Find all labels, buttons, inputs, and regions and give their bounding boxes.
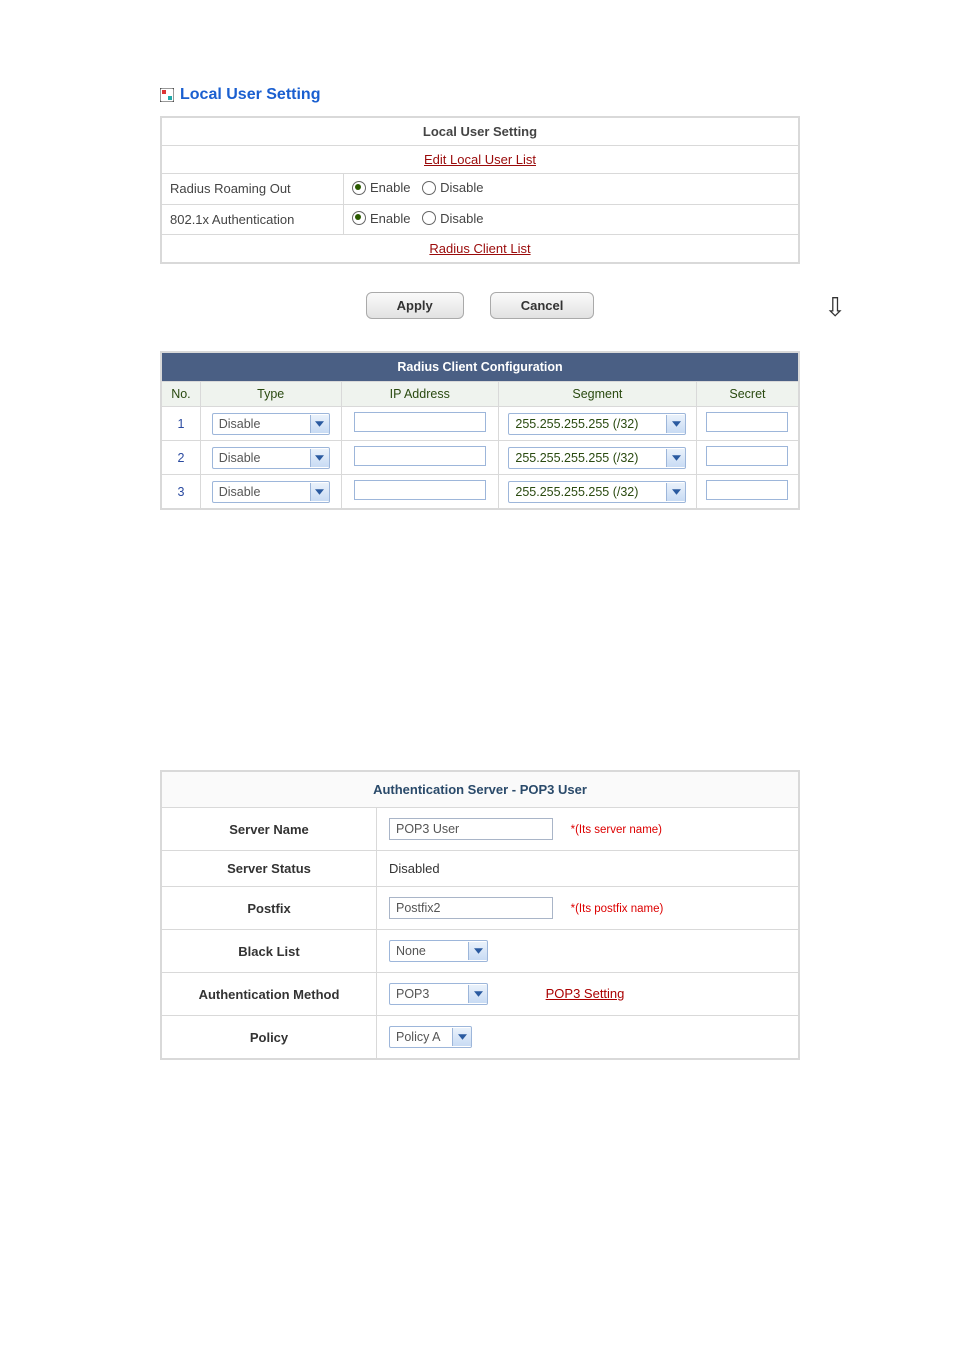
secret-input[interactable] — [706, 412, 788, 432]
server-name-input[interactable]: POP3 User — [389, 818, 553, 840]
col-type: Type — [200, 382, 341, 407]
chevron-down-icon — [666, 483, 685, 501]
cancel-button[interactable]: Cancel — [490, 292, 595, 319]
radius-roaming-out-enable-radio[interactable] — [352, 181, 366, 195]
black-list-value: None — [390, 942, 468, 960]
grid-title: Radius Client Configuration — [161, 352, 799, 382]
type-select[interactable]: Disable — [212, 447, 330, 469]
section-icon — [160, 88, 174, 102]
segment-select[interactable]: 255.255.255.255 (/32) — [508, 481, 686, 503]
server-status-value: Disabled — [377, 851, 800, 887]
col-ip: IP Address — [341, 382, 498, 407]
edit-local-user-list-link[interactable]: Edit Local User List — [424, 152, 536, 167]
secret-input[interactable] — [706, 480, 788, 500]
ip-address-input[interactable] — [354, 480, 486, 500]
secret-input[interactable] — [706, 446, 788, 466]
table-row: 2 Disable 255.255.255.255 (/32) — [161, 441, 799, 475]
ip-address-input[interactable] — [354, 446, 486, 466]
chevron-down-icon — [310, 483, 329, 501]
auth-method-label: Authentication Method — [161, 973, 377, 1016]
radius-client-list-link[interactable]: Radius Client List — [429, 241, 530, 256]
dot1x-auth-label: 802.1x Authentication — [161, 204, 344, 235]
row-no: 2 — [161, 441, 200, 475]
ip-address-input[interactable] — [354, 412, 486, 432]
local-user-setting-panel: Local User Setting Edit Local User List … — [160, 116, 800, 264]
postfix-hint: *(Its postfix name) — [571, 903, 664, 915]
segment-value: 255.255.255.255 (/32) — [509, 483, 666, 501]
radius-client-config-table: Radius Client Configuration No. Type IP … — [160, 351, 800, 510]
type-select[interactable]: Disable — [212, 481, 330, 503]
segment-value: 255.255.255.255 (/32) — [509, 449, 666, 467]
radius-roaming-out-disable-label: Disable — [440, 180, 483, 195]
chevron-down-icon — [452, 1028, 471, 1046]
local-user-setting-section: Local User Setting Local User Setting Ed… — [160, 86, 800, 510]
type-value: Disable — [213, 449, 310, 467]
dot1x-enable-label: Enable — [370, 211, 410, 226]
type-select[interactable]: Disable — [212, 413, 330, 435]
auth-method-select[interactable]: POP3 — [389, 983, 488, 1005]
segment-select[interactable]: 255.255.255.255 (/32) — [508, 447, 686, 469]
page-title-row: Local User Setting — [160, 86, 800, 104]
policy-select[interactable]: Policy A — [389, 1026, 472, 1048]
auth-server-form: Authentication Server - POP3 User Server… — [160, 770, 800, 1060]
button-row: Apply Cancel ⇩ — [160, 292, 800, 319]
col-no: No. — [161, 382, 200, 407]
row-no: 1 — [161, 407, 200, 441]
chevron-down-icon — [468, 942, 487, 960]
chevron-down-icon — [310, 449, 329, 467]
dot1x-enable-radio[interactable] — [352, 211, 366, 225]
down-arrow-icon: ⇩ — [824, 292, 846, 323]
row-no: 3 — [161, 475, 200, 510]
apply-button[interactable]: Apply — [366, 292, 464, 319]
panel-header: Local User Setting — [161, 117, 799, 146]
dot1x-auth-options: Enable Disable — [344, 204, 800, 235]
table-row: 1 Disable 255.255.255.255 (/32) — [161, 407, 799, 441]
pop3-setting-link[interactable]: POP3 Setting — [546, 986, 625, 1001]
policy-value: Policy A — [390, 1028, 452, 1046]
server-name-hint: *(Its server name) — [571, 824, 662, 836]
black-list-select[interactable]: None — [389, 940, 488, 962]
chevron-down-icon — [310, 415, 329, 433]
black-list-label: Black List — [161, 930, 377, 973]
chevron-down-icon — [666, 415, 685, 433]
server-status-label: Server Status — [161, 851, 377, 887]
table-row: 3 Disable 255.255.255.255 (/32) — [161, 475, 799, 510]
dot1x-disable-radio[interactable] — [422, 211, 436, 225]
auth-method-value: POP3 — [390, 985, 468, 1003]
policy-label: Policy — [161, 1016, 377, 1060]
chevron-down-icon — [666, 449, 685, 467]
server-name-label: Server Name — [161, 808, 377, 851]
postfix-input[interactable]: Postfix2 — [389, 897, 553, 919]
form-header: Authentication Server - POP3 User — [161, 771, 799, 808]
segment-value: 255.255.255.255 (/32) — [509, 415, 666, 433]
col-secret: Secret — [696, 382, 799, 407]
segment-select[interactable]: 255.255.255.255 (/32) — [508, 413, 686, 435]
radius-roaming-out-label: Radius Roaming Out — [161, 174, 344, 205]
dot1x-disable-label: Disable — [440, 211, 483, 226]
postfix-label: Postfix — [161, 887, 377, 930]
radius-roaming-out-options: Enable Disable — [344, 174, 800, 205]
type-value: Disable — [213, 415, 310, 433]
col-segment: Segment — [498, 382, 696, 407]
type-value: Disable — [213, 483, 310, 501]
radius-roaming-out-disable-radio[interactable] — [422, 181, 436, 195]
auth-server-pop3-section: Authentication Server - POP3 User Server… — [160, 770, 800, 1060]
radius-roaming-out-enable-label: Enable — [370, 180, 410, 195]
chevron-down-icon — [468, 985, 487, 1003]
page-title: Local User Setting — [180, 86, 320, 104]
